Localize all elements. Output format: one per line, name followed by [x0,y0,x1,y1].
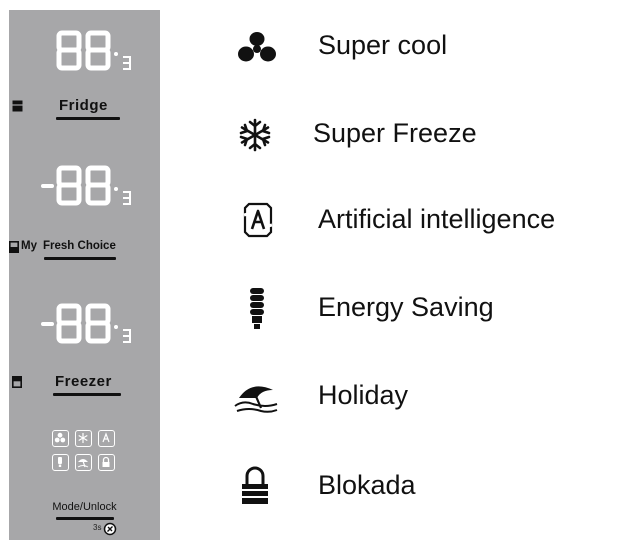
fridge-temperature-display [53,28,143,76]
legend-label-blokada: Blokada [318,470,416,500]
zone-fridge-label: Fridge [59,97,108,114]
mini-fan-icon [52,430,69,447]
ai-icon [243,202,273,238]
legend-label-artificial-intelligence: Artificial intelligence [318,204,556,234]
legend-item-holiday: Holiday [225,366,630,426]
legend-item-blokada: Blokada [225,456,630,516]
zone-fridge-underline [56,117,120,120]
fresh-choice-temperature-display [37,163,137,211]
mini-energy-icon [52,454,69,471]
mini-holiday-icon [75,454,92,471]
zone-freezer-underline [53,393,121,396]
control-panel: Fridge My Fresh Choice Freezer Mode/Unlo… [9,10,160,540]
mode-hold-time: 3s [93,523,102,532]
fresh-zone-icon [9,241,19,253]
mode-unlock-label: Mode/Unlock [52,501,117,513]
function-icons-grid [52,430,116,476]
mini-lock-icon [98,454,115,471]
zone-fresh-choice: My Fresh Choice [9,237,160,260]
zone-fridge: Fridge [9,96,160,120]
freezer-temperature-display [37,301,137,349]
mini-ai-icon [98,430,115,447]
mini-snowflake-icon [75,430,92,447]
freezer-icon [12,376,22,388]
holiday-umbrella-icon [234,386,278,413]
legend-label-super-freeze: Super Freeze [313,118,477,148]
snowflake-icon [239,118,271,152]
legend-item-super-freeze: Super Freeze [225,104,630,164]
legend-item-super-cool: Super cool [225,16,630,76]
fan-icon [238,32,276,62]
legend-label-holiday: Holiday [318,380,409,410]
legend-item-energy-saving: Energy Saving [225,278,630,338]
lock-icon [242,466,268,504]
mode-unlock-button[interactable] [56,517,114,520]
zone-fresh-choice-label: Fresh Choice [43,240,116,252]
zone-fresh-choice-prefix: My [21,240,37,252]
zone-fresh-choice-underline [44,257,116,260]
fridge-icon [12,100,23,112]
zone-freezer-label: Freezer [55,373,112,390]
energy-bulb-icon [250,288,264,329]
legend-label-energy-saving: Energy Saving [318,292,494,322]
legend-label-super-cool: Super cool [318,30,448,60]
legend-item-artificial-intelligence: Artificial intelligence [225,190,630,250]
zone-freezer: Freezer [9,372,160,396]
hand-press-icon [103,522,117,536]
